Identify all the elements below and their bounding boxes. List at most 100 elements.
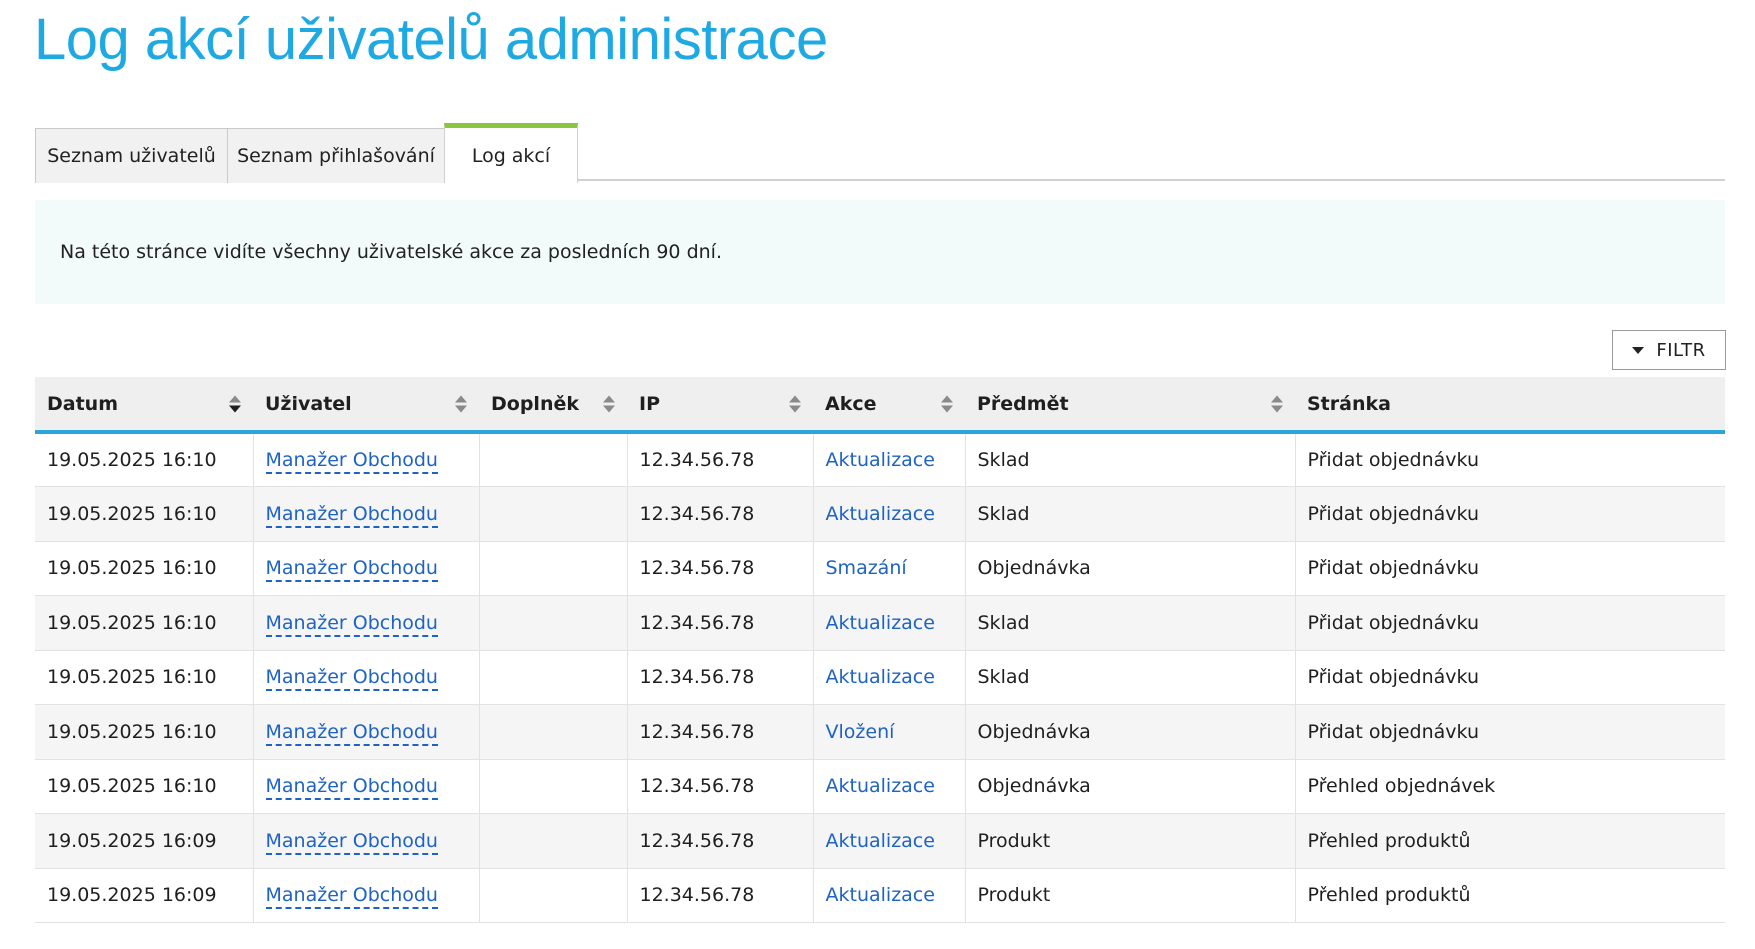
cell-date: 19.05.2025 16:10 [35,595,254,651]
action-link[interactable]: Aktualizace [826,449,935,471]
action-link[interactable]: Aktualizace [826,830,935,852]
column-header-predmet[interactable]: Předmět [965,377,1295,434]
user-link[interactable]: Manažer Obchodu [265,884,438,910]
user-link[interactable]: Manažer Obchodu [265,502,438,528]
cell-page: Přidat objednávku [1295,595,1725,651]
cell-user: Manažer Obchodu [253,432,480,487]
cell-page-text: Přehled produktů [1307,884,1471,907]
cell-user: Manažer Obchodu [253,595,480,651]
cell-date: 19.05.2025 16:10 [35,759,254,814]
cell-date-text: 19.05.2025 16:10 [47,611,217,634]
cell-action: Aktualizace [813,813,966,869]
table-row: 19.05.2025 16:10 Manažer Obchodu 12.34.56.… [35,650,1725,705]
cell-subject-text: Objednávka [977,720,1091,743]
filter-button[interactable]: FILTR [1612,330,1726,370]
cell-date: 19.05.2025 16:10 [35,704,254,760]
table-header-row: Datum Uživatel Doplněk IP Akce Předmět S… [35,377,1725,434]
cell-date-text: 19.05.2025 16:09 [47,829,217,852]
cell-action: Smazání [813,541,966,596]
cell-action: Aktualizace [813,868,966,923]
cell-action: Aktualizace [813,432,966,487]
cell-ip-text: 12.34.56.78 [639,720,755,743]
action-link[interactable]: Aktualizace [826,775,935,797]
column-header-akce[interactable]: Akce [813,377,965,434]
cell-page-text: Přehled produktů [1307,829,1471,852]
cell-page: Přehled objednávek [1295,759,1725,814]
cell-ip-text: 12.34.56.78 [639,666,755,689]
column-header-ip[interactable]: IP [627,377,813,434]
cell-user: Manažer Obchodu [253,704,480,760]
cell-date-text: 19.05.2025 16:10 [47,502,217,525]
user-link[interactable]: Manažer Obchodu [265,611,438,637]
action-link[interactable]: Aktualizace [826,884,935,906]
user-link[interactable]: Manažer Obchodu [265,449,438,474]
user-link[interactable]: Manažer Obchodu [265,666,438,692]
column-header-doplnek[interactable]: Doplněk [479,377,627,434]
table-body: 19.05.2025 16:10 Manažer Obchodu 12.34.56.… [35,432,1725,923]
cell-ip: 12.34.56.78 [627,541,814,596]
cell-ip: 12.34.56.78 [627,486,814,542]
table-row: 19.05.2025 16:09 Manažer Obchodu 12.34.56.… [35,813,1725,869]
cell-addon [479,650,628,705]
cell-subject: Sklad [965,486,1296,542]
cell-ip-text: 12.34.56.78 [639,449,755,471]
cell-ip-text: 12.34.56.78 [639,502,755,525]
cell-subject: Sklad [965,595,1296,651]
cell-subject-text: Produkt [977,884,1051,907]
sort-icon [229,395,241,412]
cell-subject: Objednávka [965,704,1296,760]
cell-page-text: Přidat objednávku [1307,611,1480,634]
cell-date-text: 19.05.2025 16:10 [47,720,217,743]
cell-ip-text: 12.34.56.78 [639,557,755,580]
cell-ip: 12.34.56.78 [627,813,814,869]
table-row: 19.05.2025 16:09 Manažer Obchodu 12.34.56.… [35,868,1725,923]
action-link[interactable]: Smazání [826,557,907,579]
table-row: 19.05.2025 16:10 Manažer Obchodu 12.34.56.… [35,595,1725,651]
cell-date-text: 19.05.2025 16:09 [47,884,217,907]
table-row: 19.05.2025 16:10 Manažer Obchodu 12.34.56.… [35,541,1725,596]
cell-page: Přidat objednávku [1295,541,1725,596]
tab-seznam-uzivatelu[interactable]: Seznam uživatelů [35,128,228,183]
cell-ip: 12.34.56.78 [627,759,814,814]
cell-addon [479,704,628,760]
cell-ip: 12.34.56.78 [627,650,814,705]
cell-user: Manažer Obchodu [253,813,480,869]
cell-page: Přidat objednávku [1295,432,1725,487]
cell-date: 19.05.2025 16:10 [35,486,254,542]
action-link[interactable]: Aktualizace [826,503,935,525]
user-link[interactable]: Manažer Obchodu [265,557,438,583]
cell-ip-text: 12.34.56.78 [639,829,755,852]
tab-seznam-prihlasovani[interactable]: Seznam přihlašování [227,128,445,183]
cell-date-text: 19.05.2025 16:10 [47,666,217,689]
cell-ip: 12.34.56.78 [627,868,814,923]
cell-subject-text: Sklad [977,449,1030,471]
cell-subject: Objednávka [965,759,1296,814]
cell-addon [479,868,628,923]
cell-date-text: 19.05.2025 16:10 [47,449,217,471]
column-header-uzivatel[interactable]: Uživatel [253,377,479,434]
cell-addon [479,432,628,487]
cell-ip: 12.34.56.78 [627,432,814,487]
user-link[interactable]: Manažer Obchodu [265,720,438,746]
cell-ip-text: 12.34.56.78 [639,775,755,798]
cell-ip-text: 12.34.56.78 [639,884,755,907]
column-header-datum[interactable]: Datum [35,377,253,434]
cell-addon [479,486,628,542]
action-link[interactable]: Aktualizace [826,666,935,688]
user-link[interactable]: Manažer Obchodu [265,775,438,801]
tab-log-akci[interactable]: Log akcí [444,123,578,183]
cell-subject-text: Sklad [977,611,1030,634]
sort-icon [1271,395,1283,412]
cell-action: Aktualizace [813,650,966,705]
cell-ip-text: 12.34.56.78 [639,611,755,634]
sort-icon [455,395,467,412]
cell-subject: Objednávka [965,541,1296,596]
column-header-stranka: Stránka [1295,377,1725,434]
cell-date: 19.05.2025 16:10 [35,541,254,596]
table-row: 19.05.2025 16:10 Manažer Obchodu 12.34.56.… [35,704,1725,760]
cell-subject-text: Objednávka [977,775,1091,798]
user-link[interactable]: Manažer Obchodu [265,829,438,855]
action-link[interactable]: Aktualizace [826,612,935,634]
table-row: 19.05.2025 16:10 Manažer Obchodu 12.34.56.… [35,432,1725,487]
action-link[interactable]: Vložení [826,721,895,743]
